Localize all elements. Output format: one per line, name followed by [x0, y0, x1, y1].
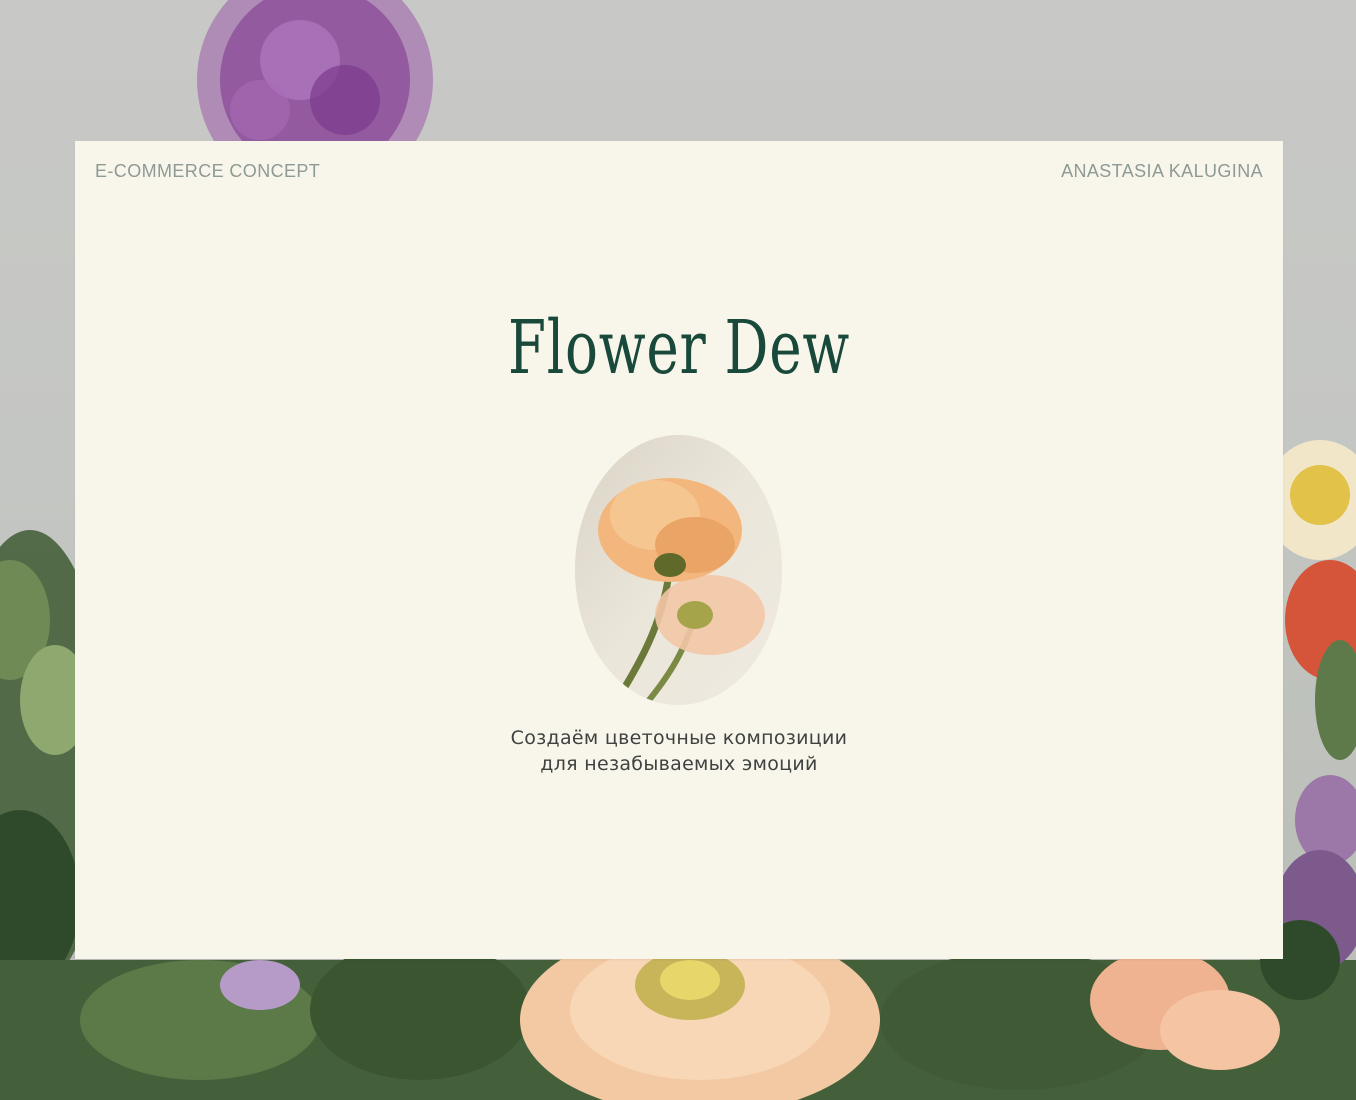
- hero-flower-image: [575, 435, 782, 705]
- concept-label: E-COMMERCE CONCEPT: [95, 161, 321, 181]
- hero-card: E-COMMERCE CONCEPT ANASTASIA KALUGINA Fl…: [75, 141, 1283, 959]
- brand-title: Flower Dew: [508, 305, 850, 391]
- tagline-line-2: для незабываемых эмоций: [540, 753, 818, 775]
- tagline-line-1: Создаём цветочные композиции: [510, 727, 848, 749]
- poppy-illustration: [575, 435, 782, 705]
- author-name: ANASTASIA KALUGINA: [1061, 161, 1263, 181]
- tagline: Создаём цветочные композиции для незабыв…: [75, 725, 1283, 777]
